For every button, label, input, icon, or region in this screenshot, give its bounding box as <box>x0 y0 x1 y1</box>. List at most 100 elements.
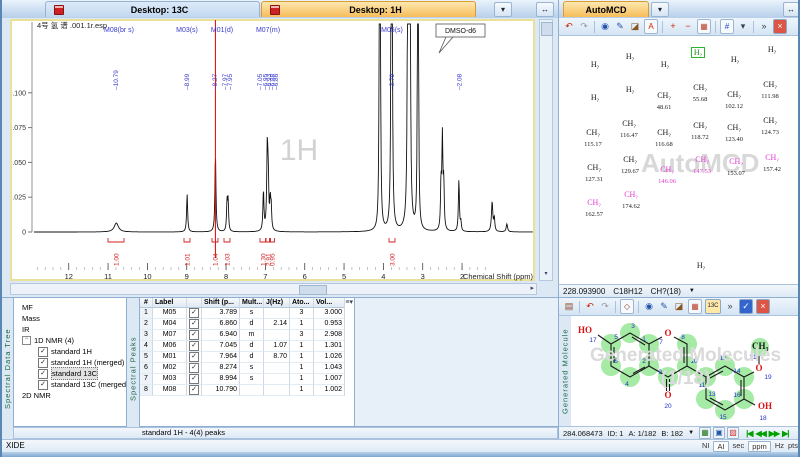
cell-shift[interactable]: 6.860 <box>202 319 240 330</box>
col-header-check[interactable] <box>187 298 202 308</box>
cell-num[interactable]: 1 <box>140 308 153 319</box>
multiplet-label[interactable]: M07(m) <box>256 27 280 34</box>
molecule-canvas[interactable]: Generated Molecules (1/18) HO O O O OH C… <box>571 316 800 426</box>
tab-desktop-13c[interactable]: Desktop: 13C <box>45 1 260 17</box>
cell-label[interactable]: M04 <box>153 319 187 330</box>
mcd-node-c48.61[interactable]: CH? 48.61 <box>647 92 681 112</box>
unit-ni[interactable]: NI <box>702 440 710 452</box>
mcd-node-h[interactable]: H? <box>578 61 612 72</box>
checkbox-icon[interactable]: ✓ <box>189 352 199 362</box>
prev-record-icon[interactable]: ◀◀ <box>755 429 766 438</box>
overlay-icon[interactable]: ▣ <box>713 427 726 439</box>
cell-shift[interactable]: 8.274 <box>202 363 240 374</box>
mcd-status-dropdown-icon[interactable]: ▼ <box>689 288 695 294</box>
cell-mult[interactable]: d <box>240 341 264 352</box>
peak-shift-label[interactable]: –6.86 <box>273 73 280 90</box>
c13-icon[interactable]: 13C <box>705 299 721 314</box>
mcd-node-h[interactable]: H? <box>578 94 612 105</box>
hscroll-right-icon[interactable]: ▸ <box>530 284 534 294</box>
expand-window-icon[interactable]: ↔ <box>783 2 798 17</box>
cell-mult[interactable]: d <box>240 319 264 330</box>
check-icon[interactable]: ✓ <box>739 299 753 314</box>
close-icon[interactable]: × <box>773 19 787 34</box>
cell-check[interactable]: ✓ <box>187 374 202 385</box>
table-options-icon[interactable]: ≡▾ <box>345 298 353 308</box>
cell-volume[interactable]: 3.000 <box>314 308 345 319</box>
mcd-node-h[interactable]: H? <box>755 46 789 57</box>
molecule-status-dropdown-icon[interactable]: ▼ <box>688 430 694 436</box>
redo-icon[interactable]: ↷ <box>599 300 611 313</box>
cell-atoms[interactable]: 1 <box>290 352 314 363</box>
tree-item-2d-nmr[interactable]: 2D NMR <box>22 390 51 401</box>
zoom-select-icon[interactable]: ◉ <box>599 20 611 33</box>
checkbox-icon[interactable]: ✓ <box>189 363 199 373</box>
cell-check[interactable]: ✓ <box>187 352 202 363</box>
tree-expander-icon[interactable]: − <box>22 336 31 345</box>
cell-check[interactable]: ✓ <box>187 385 202 396</box>
col-header-label[interactable]: Label <box>153 298 187 308</box>
multiplet-label[interactable]: M08(br s) <box>104 27 134 34</box>
cell-atoms[interactable]: 1 <box>290 385 314 396</box>
cell-shift[interactable]: 7.964 <box>202 352 240 363</box>
cell-shift[interactable]: 7.045 <box>202 341 240 352</box>
cell-atoms[interactable]: 1 <box>290 319 314 330</box>
checkbox-icon[interactable]: ✓ <box>189 385 199 395</box>
collapse-icon[interactable]: » <box>724 300 736 313</box>
checkbox-icon[interactable]: ✓ <box>189 308 199 318</box>
mcd-node-c123.40[interactable]: CH? 123.40 <box>717 124 751 144</box>
unit-sec[interactable]: sec <box>733 440 745 452</box>
cell-num[interactable]: 5 <box>140 352 153 363</box>
cell-atoms[interactable]: 1 <box>290 374 314 385</box>
next-record-icon[interactable]: ▶▶ <box>769 429 780 438</box>
close-icon[interactable]: × <box>756 299 770 314</box>
cell-atoms[interactable]: 1 <box>290 363 314 374</box>
heteroatom-label[interactable]: O <box>755 363 762 373</box>
cell-mult[interactable]: s <box>240 308 264 319</box>
col-header-atoms[interactable]: Ato... <box>290 298 314 308</box>
checkbox-icon[interactable]: ✓ <box>189 374 199 384</box>
cell-num[interactable]: 6 <box>140 363 153 374</box>
cell-j[interactable] <box>264 385 290 396</box>
cell-atoms[interactable]: 1 <box>290 341 314 352</box>
expand-window-icon[interactable]: ↔ <box>536 2 554 17</box>
dropdown-icon[interactable]: ▾ <box>737 20 749 33</box>
cell-j[interactable]: 1.07 <box>264 341 290 352</box>
peak-shift-label[interactable]: –10.79 <box>113 70 120 90</box>
mcd-node-c174.62[interactable]: CH? 174.62 <box>614 191 648 211</box>
peak-shift-label[interactable]: –2.08 <box>457 73 464 90</box>
cell-volume[interactable]: 1.026 <box>314 352 345 363</box>
unit-ppm[interactable]: ppm <box>748 440 771 452</box>
tab-list-dropdown-icon[interactable]: ▾ <box>494 2 512 17</box>
mcd-node-c146.06[interactable]: CH? 146.06 <box>650 166 684 186</box>
unit-pts[interactable]: pts <box>788 440 798 452</box>
tab-automcd[interactable]: AutoMCD <box>563 1 649 17</box>
tab-list-dropdown-icon[interactable]: ▾ <box>651 2 669 17</box>
checkbox-icon[interactable]: ✓ <box>38 379 48 390</box>
checkbox-icon[interactable]: ✓ <box>189 319 199 329</box>
mcd-node-c116.47[interactable]: CH? 116.47 <box>612 120 646 140</box>
heteroatom-label[interactable]: OH <box>758 401 772 411</box>
copy-structure-icon[interactable]: ▤ <box>563 300 575 313</box>
cell-shift[interactable]: 8.994 <box>202 374 240 385</box>
cell-num[interactable]: 3 <box>140 330 153 341</box>
tree-item-1d-nmr-4[interactable]: −1D NMR (4) <box>22 335 74 346</box>
grid-icon[interactable]: ▦ <box>699 427 712 439</box>
integral-value[interactable]: 3.00 <box>390 253 397 266</box>
cell-shift[interactable]: 3.789 <box>202 308 240 319</box>
cell-mult[interactable]: s <box>240 374 264 385</box>
heteroatom-label[interactable]: O <box>664 328 671 338</box>
cell-label[interactable]: M07 <box>153 330 187 341</box>
draw-icon[interactable]: ✎ <box>614 20 626 33</box>
col-header-mult[interactable]: Mult... <box>240 298 264 308</box>
molecule-structure[interactable]: HO OOOOHCH3123456789101112131415161718192… <box>571 316 800 426</box>
vscroll-thumb[interactable] <box>541 22 553 36</box>
cell-label[interactable]: M02 <box>153 363 187 374</box>
vscroll-down-icon[interactable]: ▾ <box>541 269 551 279</box>
redo-icon[interactable]: ↷ <box>578 20 590 33</box>
cell-atoms[interactable]: 3 <box>290 330 314 341</box>
cell-volume[interactable]: 1.002 <box>314 385 345 396</box>
cell-check[interactable]: ✓ <box>187 341 202 352</box>
remove-atom-icon[interactable]: − <box>682 20 694 33</box>
cell-mult[interactable]: s <box>240 363 264 374</box>
col-header-num[interactable]: # <box>140 298 153 308</box>
